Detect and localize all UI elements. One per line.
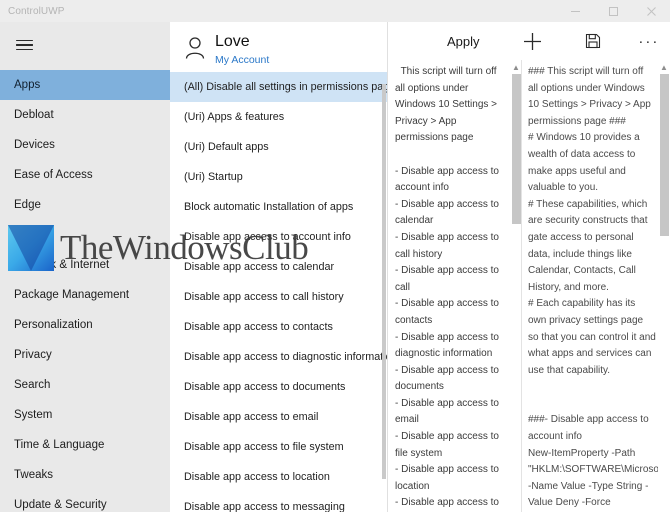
toolbar: Apply ··· <box>389 22 670 60</box>
list-item-label: (Uri) Apps & features <box>184 111 285 123</box>
list-item-label: Disable app access to diagnostic informa… <box>184 351 387 363</box>
sidebar-item-apps[interactable]: Apps <box>0 70 170 100</box>
sidebar-item-update-security[interactable]: Update & Security <box>0 490 170 512</box>
list-item[interactable]: (Uri) Default apps <box>170 132 387 162</box>
list-item[interactable]: Disable app access to file system <box>170 432 387 462</box>
list-item-label: Disable app access to calendar <box>184 261 335 273</box>
sidebar-item-label: Personalization <box>14 319 93 331</box>
list-item[interactable]: Disable app access to email <box>170 402 387 432</box>
my-account-link[interactable]: My Account <box>215 54 269 66</box>
list-item[interactable]: (All) Disable all settings in permission… <box>170 72 387 102</box>
list-scrollbar-thumb[interactable] <box>382 84 386 479</box>
description-pane: This script will turn off all options un… <box>389 60 522 512</box>
list-scrollbar[interactable] <box>381 80 387 512</box>
sidebar-item-label: System <box>14 409 53 421</box>
sidebar-item-label: Time & Language <box>14 439 105 451</box>
script-scrollbar[interactable]: ▲ ▼ <box>658 60 670 512</box>
list-item[interactable]: Disable app access to account info <box>170 222 387 252</box>
sidebar-item-search[interactable]: Search <box>0 370 170 400</box>
settings-list-panel: Love My Account (All) Disable all settin… <box>170 22 388 512</box>
list-item[interactable]: Disable app access to location <box>170 462 387 492</box>
list-item[interactable]: (Uri) Apps & features <box>170 102 387 132</box>
sidebar-item-ease-of-access[interactable]: Ease of Access <box>0 160 170 190</box>
list-item-label: Disable app access to contacts <box>184 321 333 333</box>
sidebar-item-label: Devices <box>14 139 55 151</box>
sidebar-item-label: Tweaks <box>14 469 53 481</box>
list-item[interactable]: Disable app access to diagnostic informa… <box>170 342 387 372</box>
account-header[interactable]: Love My Account <box>170 22 387 72</box>
ellipsis-icon[interactable]: ··· <box>628 22 670 60</box>
sidebar: Apps Debloat Devices Ease of Access Edge… <box>0 22 170 512</box>
list-item[interactable]: Disable app access to documents <box>170 372 387 402</box>
sidebar-item-system[interactable]: System <box>0 400 170 430</box>
list-item-label: (All) Disable all settings in permission… <box>184 81 387 93</box>
list-item-label: Disable app access to documents <box>184 381 346 393</box>
list-item-label: Disable app access to email <box>184 411 319 423</box>
sidebar-item-label: Apps <box>14 79 41 91</box>
sidebar-item-time-language[interactable]: Time & Language <box>0 430 170 460</box>
window-title: ControlUWP <box>8 5 65 17</box>
script-scrollbar-track[interactable] <box>660 74 669 512</box>
list-item-label: (Uri) Default apps <box>184 141 269 153</box>
sidebar-item-personalization[interactable]: Personalization <box>0 310 170 340</box>
settings-list: (All) Disable all settings in permission… <box>170 72 387 512</box>
sidebar-item-tweaks[interactable]: Tweaks <box>0 460 170 490</box>
app-window: ControlUWP Apps Debloat Devices Ease of … <box>0 0 670 512</box>
maximize-button[interactable] <box>594 0 632 22</box>
description-scrollbar-thumb[interactable] <box>512 74 521 224</box>
window-controls <box>556 0 670 22</box>
list-item-label: Disable app access to file system <box>184 441 344 453</box>
content-area: Apply ··· This script will turn off all … <box>389 22 670 512</box>
sidebar-item-label: Privacy <box>14 349 52 361</box>
plus-icon[interactable] <box>512 22 554 60</box>
list-item[interactable]: Block automatic Installation of apps <box>170 192 387 222</box>
sidebar-item-label: Edge <box>14 199 41 211</box>
title-bar: ControlUWP <box>0 0 670 22</box>
sidebar-item-gaming[interactable]: Gaming <box>0 220 170 250</box>
description-text: This script will turn off all options un… <box>395 66 499 509</box>
list-item-label: Disable app access to messaging <box>184 501 345 512</box>
sidebar-item-debloat[interactable]: Debloat <box>0 100 170 130</box>
list-item[interactable]: Disable app access to messaging <box>170 492 387 512</box>
list-item-label: Disable app access to account info <box>184 231 351 243</box>
sidebar-item-label: Package Management <box>14 289 130 301</box>
sidebar-item-label: Update & Security <box>14 499 107 511</box>
script-text: ### This script will turn off all option… <box>528 66 658 509</box>
script-scrollbar-thumb[interactable] <box>660 74 669 236</box>
sidebar-item-label: Gaming <box>14 229 55 241</box>
list-item-label: Disable app access to location <box>184 471 330 483</box>
sidebar-nav-list: Apps Debloat Devices Ease of Access Edge… <box>0 70 170 512</box>
content-panes: This script will turn off all options un… <box>389 60 670 512</box>
hamburger-icon[interactable] <box>0 26 48 64</box>
sidebar-item-network-internet[interactable]: Network & Internet <box>0 250 170 280</box>
list-item[interactable]: Disable app access to calendar <box>170 252 387 282</box>
sidebar-item-label: Network & Internet <box>14 259 110 271</box>
account-name: Love <box>215 33 250 50</box>
sidebar-item-label: Ease of Access <box>14 169 93 181</box>
apply-button[interactable]: Apply <box>437 34 490 49</box>
description-scrollbar-track[interactable] <box>512 74 521 512</box>
list-item-label: Disable app access to call history <box>184 291 344 303</box>
save-icon[interactable] <box>572 22 614 60</box>
close-button[interactable] <box>632 0 670 22</box>
account-info: Love My Account <box>215 32 269 66</box>
list-item[interactable]: Disable app access to contacts <box>170 312 387 342</box>
scroll-up-icon[interactable]: ▲ <box>658 60 670 74</box>
list-item-label: (Uri) Startup <box>184 171 243 183</box>
sidebar-item-devices[interactable]: Devices <box>0 130 170 160</box>
minimize-button[interactable] <box>556 0 594 22</box>
sidebar-item-edge[interactable]: Edge <box>0 190 170 220</box>
sidebar-item-package-management[interactable]: Package Management <box>0 280 170 310</box>
script-pane: ### This script will turn off all option… <box>522 60 670 512</box>
list-item[interactable]: Disable app access to call history <box>170 282 387 312</box>
sidebar-item-label: Debloat <box>14 109 54 121</box>
list-item-label: Block automatic Installation of apps <box>184 201 354 213</box>
sidebar-item-label: Search <box>14 379 51 391</box>
person-icon <box>184 36 206 60</box>
list-item[interactable]: (Uri) Startup <box>170 162 387 192</box>
sidebar-item-privacy[interactable]: Privacy <box>0 340 170 370</box>
